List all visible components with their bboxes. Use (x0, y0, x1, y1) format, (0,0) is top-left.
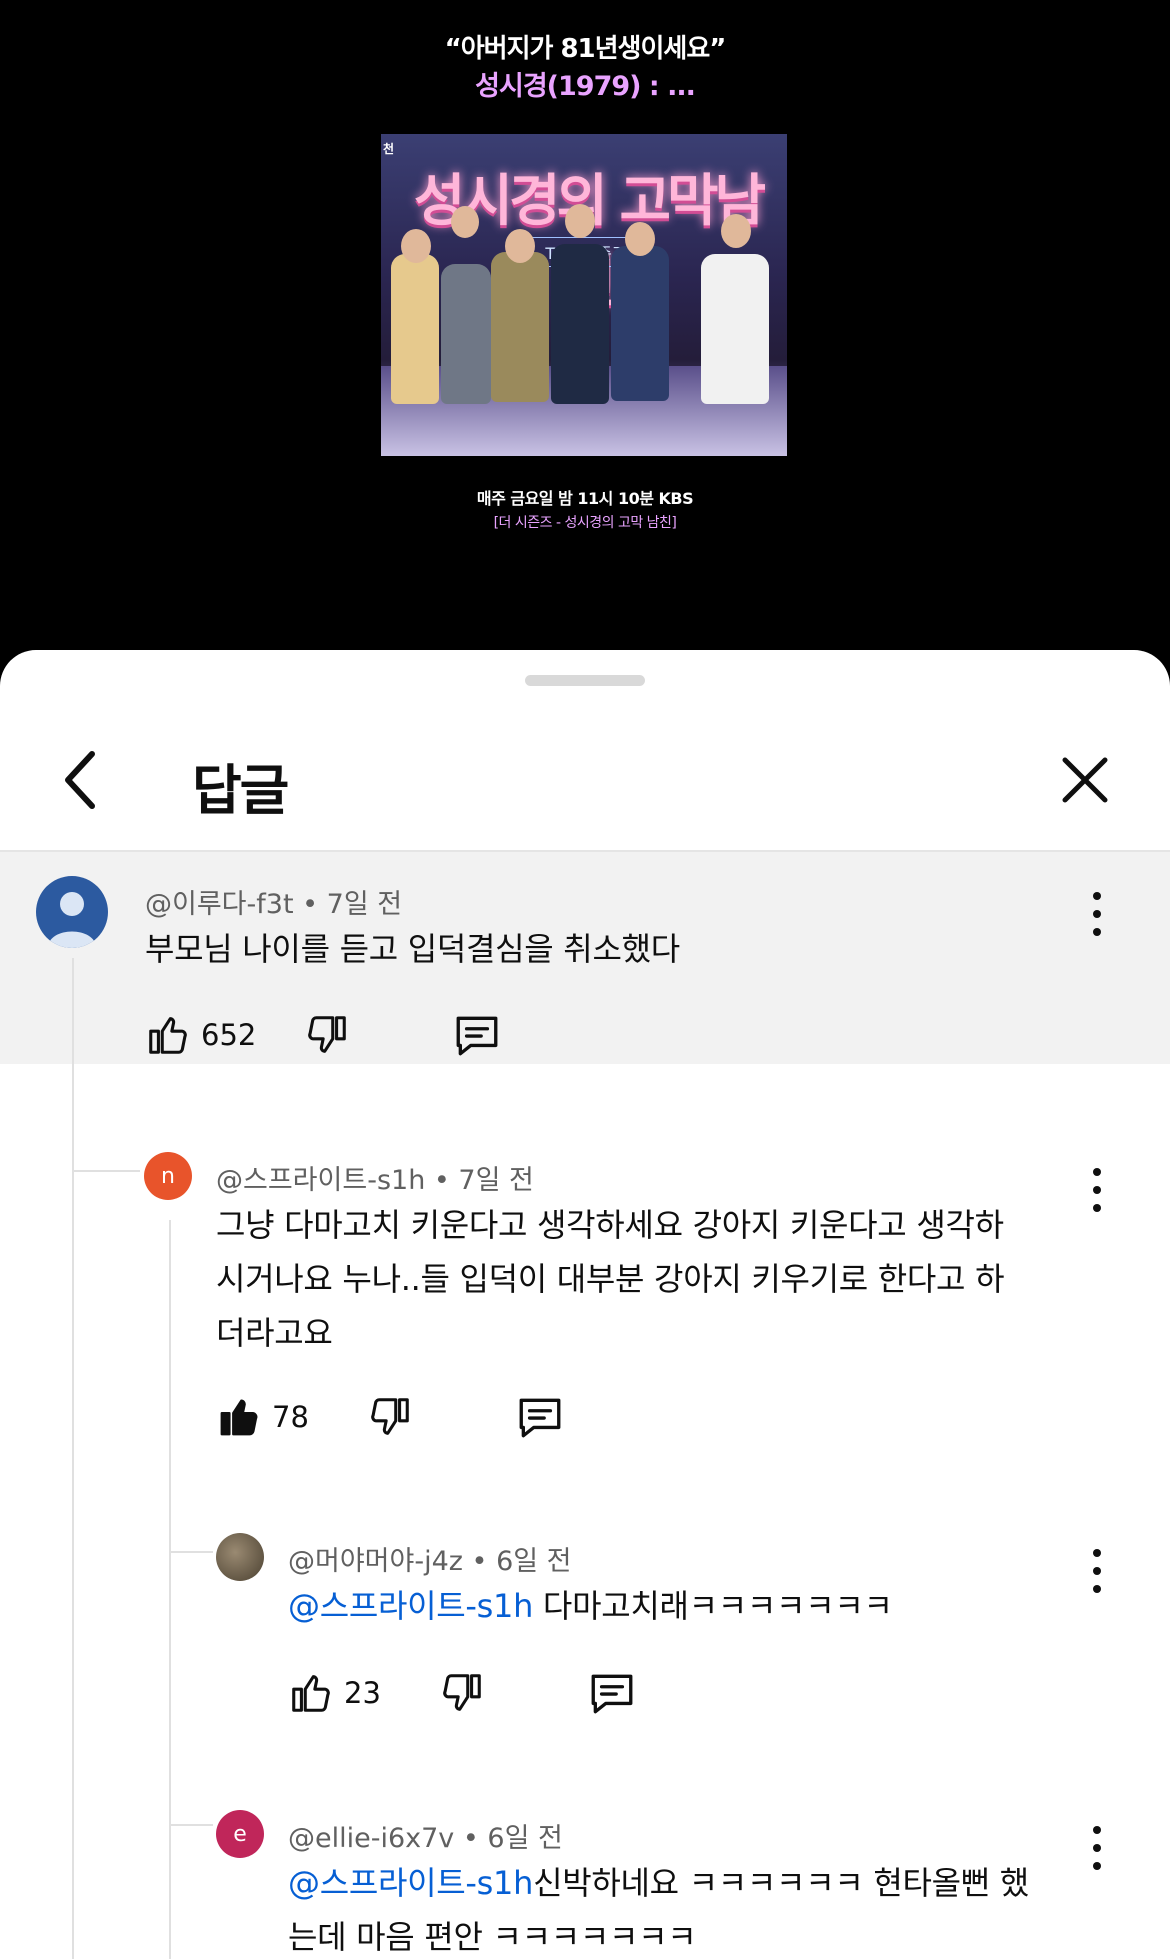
comment-actions: 78 (216, 1394, 565, 1440)
avatar[interactable] (36, 876, 108, 948)
dislike-button[interactable] (304, 1012, 350, 1058)
like-button[interactable]: 23 (288, 1670, 381, 1716)
video-thumbnail: 천 성시경의 고막남친 THE 시즌즈 (381, 134, 787, 456)
thread-line (72, 958, 74, 1959)
comment-icon (456, 1016, 498, 1056)
default-user-icon (48, 892, 96, 948)
more-options-button[interactable] (1085, 892, 1109, 936)
comment-meta: @ellie-i6x7v • 6일 전 (288, 1823, 563, 1854)
comment-actions: 652 (145, 1012, 502, 1058)
person-figure (391, 254, 439, 404)
comment-time: 6일 전 (496, 1546, 572, 1577)
thread-connector (171, 1551, 213, 1553)
avatar[interactable]: n (144, 1152, 192, 1200)
person-head (721, 214, 751, 248)
person-head (401, 229, 431, 263)
comment-text-line: 그냥 다마고치 키운다고 생각하세요 강아지 키운다고 생각하 (216, 1206, 1004, 1244)
person-figure (611, 246, 669, 401)
chevron-left-icon (65, 751, 95, 809)
thumbnail-tag: 천 (383, 142, 395, 156)
like-button[interactable]: 78 (216, 1394, 309, 1440)
comment-meta: @이루다-f3t • 7일 전 (145, 889, 403, 920)
dislike-button[interactable] (439, 1670, 485, 1716)
person-head (625, 222, 655, 256)
reply-button[interactable] (587, 1670, 637, 1716)
like-button[interactable]: 652 (145, 1012, 256, 1058)
avatar-letter: e (233, 1821, 247, 1847)
close-button[interactable] (1055, 750, 1115, 810)
more-options-button[interactable] (1085, 1826, 1109, 1870)
comment-meta: @스프라이트-s1h • 7일 전 (216, 1165, 534, 1196)
person-head (565, 204, 595, 238)
comment-body: 다마고치래ㅋㅋㅋㅋㅋㅋㅋ (533, 1587, 893, 1625)
avatar[interactable]: e (216, 1810, 264, 1858)
video-caption-quote: “아버지가 81년생이세요” (444, 34, 727, 64)
thumbs-down-icon (371, 1398, 409, 1435)
sheet-title: 답글 (192, 759, 289, 822)
person-figure (701, 254, 769, 404)
thumbs-up-icon (292, 1675, 330, 1712)
mention-link[interactable]: @스프라이트-s1h (288, 1587, 533, 1625)
comment-text: @스프라이트-s1h신박하네요 ㅋㅋㅋㅋㅋㅋ 현타올뻔 했 는데 마음 편안 ㅋ… (288, 1856, 1029, 1959)
thumbs-up-filled-icon (220, 1399, 258, 1436)
comment-text: 그냥 다마고치 키운다고 생각하세요 강아지 키운다고 생각하 시거나요 누나.… (216, 1198, 1005, 1360)
comment-actions: 23 (288, 1670, 637, 1716)
thread-connector (171, 1824, 213, 1826)
thumbs-down-icon (308, 1016, 347, 1053)
comment-meta: @머야머야-j4z • 6일 전 (288, 1546, 572, 1577)
comment-author[interactable]: @스프라이트-s1h (216, 1165, 425, 1196)
broadcast-info: 매주 금요일 밤 11시 10분 KBS (476, 489, 694, 508)
more-options-button[interactable] (1085, 1168, 1109, 1212)
comment-text-line: 는데 마음 편안 ㅋㅋㅋㅋㅋㅋㅋ (288, 1918, 697, 1956)
video-caption-name: 성시경(1979) : ... (475, 71, 696, 102)
person-figure (491, 252, 549, 402)
comment-icon (519, 1398, 561, 1438)
close-icon (1062, 757, 1108, 803)
replies-sheet: 답글 @이루다-f3t • 7일 전 부모님 나이를 듣고 입덕결심을 취소했다 (0, 650, 1170, 1959)
more-options-button[interactable] (1085, 1549, 1109, 1593)
like-count: 652 (201, 1018, 257, 1052)
drag-handle[interactable] (525, 675, 645, 686)
program-name: [더 시즌즈 - 성시경의 고막 남친] (493, 515, 677, 531)
reply-button[interactable] (452, 1012, 502, 1058)
comment-time: 7일 전 (326, 889, 403, 920)
mention-link[interactable]: @스프라이트-s1h (288, 1864, 533, 1902)
comment-text: 부모님 나이를 듣고 입덕결심을 취소했다 (145, 930, 680, 968)
comment-time: 7일 전 (458, 1165, 534, 1196)
person-figure (441, 264, 491, 404)
comment-author[interactable]: @ellie-i6x7v (288, 1823, 454, 1854)
thread-connector (74, 1170, 140, 1172)
video-player[interactable]: “아버지가 81년생이세요” 성시경(1979) : ... 천 성시경의 고막… (0, 0, 1170, 660)
like-count: 23 (344, 1676, 381, 1710)
dislike-button[interactable] (367, 1394, 413, 1440)
like-count: 78 (272, 1400, 309, 1434)
person-head (451, 206, 479, 238)
person-figure (551, 244, 609, 404)
thumbs-down-icon (443, 1674, 481, 1711)
reply-button[interactable] (515, 1394, 565, 1440)
comment-icon (591, 1674, 633, 1714)
comment-time: 6일 전 (487, 1823, 563, 1854)
thumbs-up-icon (149, 1017, 187, 1054)
thread-line-nested (169, 1220, 171, 1959)
comment-text: @스프라이트-s1h 다마고치래ㅋㅋㅋㅋㅋㅋㅋ (288, 1579, 893, 1633)
comment-text-line: 신박하네요 ㅋㅋㅋㅋㅋㅋ 현타올뻔 했 (533, 1864, 1029, 1902)
person-head (505, 229, 535, 263)
avatar[interactable] (216, 1533, 264, 1581)
comment-text-line: 더라고요 (216, 1314, 333, 1352)
comment-text-line: 시거나요 누나..들 입덕이 대부분 강아지 키우기로 한다고 하 (216, 1260, 1005, 1298)
comment-author[interactable]: @머야머야-j4z (288, 1546, 463, 1577)
avatar-letter: n (161, 1163, 175, 1189)
back-button[interactable] (55, 745, 105, 815)
comment-author[interactable]: @이루다-f3t (145, 889, 294, 920)
